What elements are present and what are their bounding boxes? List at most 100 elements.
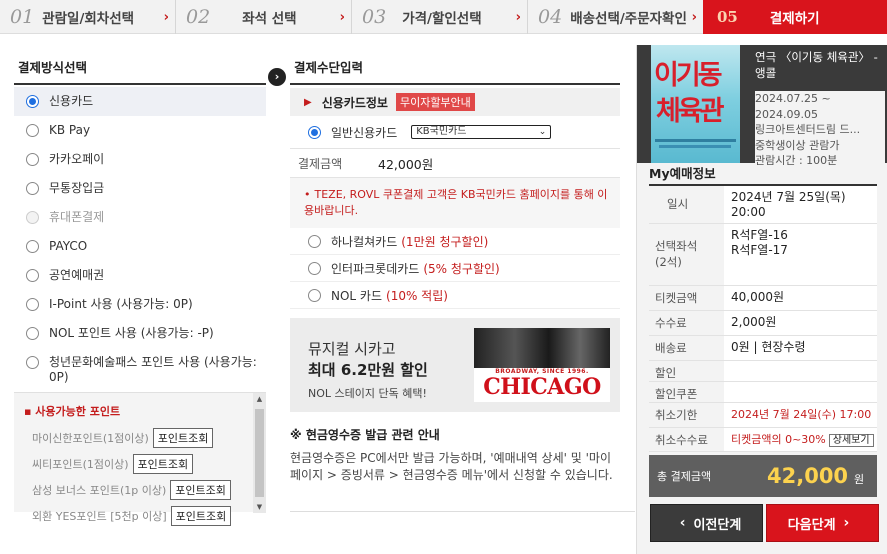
my-reservation-title: My예매정보: [649, 166, 716, 181]
payment-method-option[interactable]: 공연예매권: [14, 261, 266, 290]
cancel-fee-detail-button[interactable]: 상세보기: [828, 434, 874, 447]
card-select-value: KB국민카드: [416, 126, 467, 137]
reservation-info-value: 0원 | 현장수령: [731, 340, 806, 354]
reservation-info-row: 선택좌석 (2석) R석F열-16 R석F열-17: [649, 224, 877, 286]
interest-free-info-button[interactable]: 무이자할부안내: [395, 93, 475, 111]
points-inquiry-button[interactable]: 포인트조회: [132, 454, 194, 474]
cash-receipt-body: 현금영수증은 PC에서만 발급 가능하며, '예매내역 상세' 및 '마이페이지…: [290, 451, 613, 482]
payment-method-option[interactable]: NOL 포인트 사용 (사용가능: -P): [14, 319, 266, 348]
card-discount-option[interactable]: NOL 카드 (10% 적립): [290, 282, 620, 309]
coupon-notice: • TEZE, ROVL 쿠폰결제 고객은 KB국민카드 홈페이지를 통해 이용바…: [290, 178, 620, 228]
payment-amount-row: 결제금액 42,000원: [290, 148, 620, 178]
points-inquiry-button[interactable]: 포인트조회: [152, 428, 214, 448]
payment-method-option[interactable]: KB Pay: [14, 116, 266, 145]
show-info: 연극 〈이기동 체육관〉 - 앵콜: [755, 49, 885, 81]
step-4[interactable]: 04 배송선택/주문자확인 ›: [528, 0, 703, 34]
step-2[interactable]: 02 좌석 선택 ›: [176, 0, 352, 34]
scroll-down-icon[interactable]: ▼: [253, 503, 266, 511]
show-poster-text1: 이기동: [654, 60, 723, 91]
payment-method-radio[interactable]: [26, 240, 39, 253]
next-step-button[interactable]: 다음단계 ›: [766, 504, 879, 542]
step-5-current: 05 결제하기: [703, 0, 887, 34]
card-company-select[interactable]: KB국민카드 ⌄: [411, 125, 552, 139]
reservation-info-value: R석F열-16 R석F열-17: [731, 228, 788, 257]
prev-step-label: 이전단계: [693, 517, 742, 533]
step-2-num: 02: [186, 6, 211, 28]
banner-line1: 뮤지컬 시카고: [308, 340, 396, 358]
payment-method-option: 휴대폰결제: [14, 203, 266, 232]
points-label: 마이신한포인트(1점이상): [32, 432, 149, 445]
payment-method-radio[interactable]: [26, 269, 39, 282]
prev-step-button[interactable]: ‹ 이전단계: [650, 504, 763, 542]
points-inquiry-button[interactable]: 포인트조회: [170, 480, 231, 500]
card-discount-radio[interactable]: [308, 289, 321, 302]
general-card-radio[interactable]: [308, 126, 321, 139]
show-venue: 링크아트센터드림 드...: [755, 123, 861, 136]
reservation-info-row: 할인쿠폰: [649, 382, 877, 403]
credit-card-info-title: 신용카드정보: [321, 95, 388, 110]
payment-method-radio[interactable]: [26, 298, 39, 311]
poster-title: CHICAGO: [483, 374, 601, 400]
step-1[interactable]: 01 관람일/회차선택 ›: [0, 0, 176, 34]
payment-method-radio[interactable]: [26, 182, 39, 195]
card-discount-benefit: (10% 적립): [386, 288, 448, 303]
card-discount-option[interactable]: 인터파크롯데카드 (5% 청구할인): [290, 255, 620, 282]
card-discount-benefit: (1만원 청구할인): [401, 234, 489, 249]
payment-amount-value: 42,000원: [378, 156, 434, 172]
payment-method-radio[interactable]: [26, 356, 39, 369]
card-discount-radio[interactable]: [308, 235, 321, 248]
payment-method-option[interactable]: 카카오페이: [14, 145, 266, 174]
payment-method-label: 신용카드: [49, 94, 94, 108]
card-discount-options: 하나컬쳐카드 (1만원 청구할인) 인터파크롯데카드 (5% 청구할인) NOL 카드(…: [290, 228, 620, 309]
card-discount-label: NOL 카드: [331, 288, 383, 303]
show-poster: 이기동 체육관: [651, 45, 740, 163]
reservation-info-key: 취소수수료: [649, 428, 724, 451]
chevron-right-icon: ›: [339, 10, 345, 25]
reservation-info-key: 배송료: [649, 336, 724, 360]
show-date-start: 2024.07.25 ~: [755, 92, 831, 105]
step-3[interactable]: 03 가격/할인선택 ›: [352, 0, 528, 34]
points-inquiry-button[interactable]: 포인트조회: [170, 506, 232, 526]
payment-method-panel: 결제방식선택 신용카드 KB Pay 카카오페이무통장입금 휴대폰결제 PAYCO 공연예…: [14, 45, 266, 526]
payment-method-label: 카카오페이: [49, 152, 105, 166]
chicago-promo-banner[interactable]: 뮤지컬 시카고 최대 6.2만원 할인 NOL 스테이지 단독 혜택! BROA…: [290, 318, 620, 412]
payment-method-option[interactable]: 무통장입금: [14, 174, 266, 203]
card-discount-radio[interactable]: [308, 262, 321, 275]
points-scrollbar[interactable]: ▲ ▼: [253, 393, 266, 513]
reservation-info-row: 취소수수료 티켓금액의 0~30% 상세보기: [649, 428, 877, 452]
card-discount-option[interactable]: 하나컬쳐카드 (1만원 청구할인): [290, 228, 620, 255]
reservation-info-row: 할인: [649, 361, 877, 382]
step-3-num: 03: [362, 6, 387, 28]
payment-method-label: KB Pay: [49, 123, 91, 137]
chicago-poster: BROADWAY, SINCE 1996. CHICAGO: [474, 328, 610, 402]
show-meta: 2024.07.25 ~ 2024.09.05 링크아트센터드림 드... 중학…: [755, 91, 885, 169]
total-amount-unit: 원: [854, 473, 865, 486]
scroll-up-icon[interactable]: ▲: [253, 395, 266, 403]
payment-method-radio[interactable]: [26, 327, 39, 340]
reservation-info-key: 할인: [649, 361, 724, 381]
step-1-label: 관람일/회차선택: [42, 11, 135, 27]
payment-method-radio[interactable]: [26, 153, 39, 166]
next-step-label: 다음단계: [787, 517, 836, 533]
payment-method-radio[interactable]: [26, 95, 39, 108]
payment-method-option[interactable]: 신용카드: [14, 87, 266, 116]
payment-method-radio: [26, 211, 39, 224]
payment-method-title: 결제방식선택: [14, 45, 266, 85]
card-discount-label: 하나컬쳐카드: [331, 234, 398, 249]
step-3-label: 가격/할인선택: [402, 11, 482, 27]
total-amount-label: 총 결제금액: [657, 470, 712, 483]
payment-method-option[interactable]: I-Point 사용 (사용가능: 0P): [14, 290, 266, 319]
show-date-end: 2024.09.05: [755, 107, 818, 121]
scroll-thumb[interactable]: [255, 409, 264, 497]
payment-method-radio[interactable]: [26, 124, 39, 137]
reservation-info-key: 선택좌석 (2석): [649, 224, 724, 285]
payment-method-option[interactable]: PAYCO: [14, 232, 266, 261]
payment-method-label: PAYCO: [49, 239, 88, 253]
step-bar: 01 관람일/회차선택 › 02 좌석 선택 › 03 가격/할인선택 › 04…: [0, 0, 887, 34]
points-label: 씨티포인트(1점이상): [32, 458, 129, 471]
step-5-label: 결제하기: [769, 11, 820, 27]
payment-method-option[interactable]: 청년문화예술패스 포인트 사용 (사용가능: 0P): [14, 348, 266, 392]
reservation-info-value: 2,000원: [731, 315, 777, 329]
general-card-option[interactable]: 일반신용카드 KB국민카드 ⌄: [290, 116, 620, 148]
points-row: 삼성 보너스 포인트(1p 이상) 포인트조회: [14, 477, 266, 503]
